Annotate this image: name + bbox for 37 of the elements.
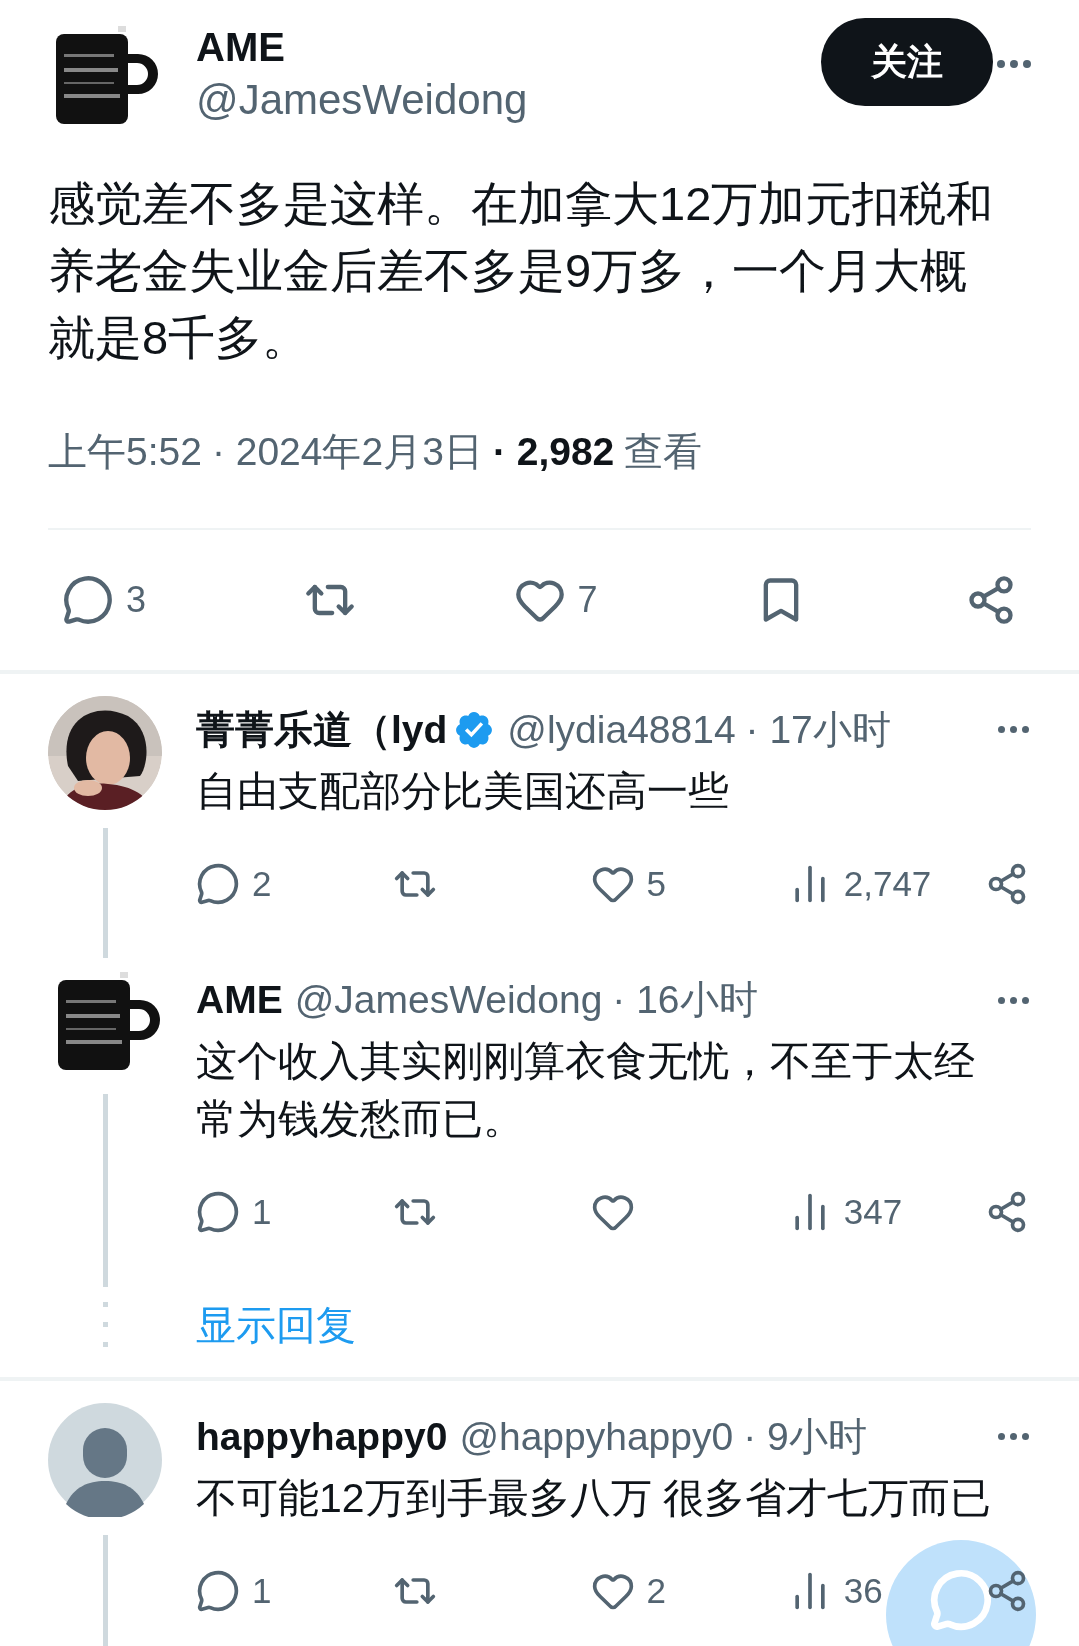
author-name: happyhappy0: [196, 1413, 448, 1460]
views-button[interactable]: 36: [787, 1564, 883, 1617]
like-button[interactable]: 2: [590, 1564, 666, 1617]
post-time: · 16小时: [612, 977, 758, 1023]
dotted-thread-line: [102, 1302, 108, 1347]
author-name: AME: [196, 24, 286, 71]
author-name: AME: [196, 977, 283, 1023]
author-name: 菁菁乐道（lyd: [196, 706, 448, 753]
post-time: 上午5:52: [48, 429, 202, 475]
reply-button[interactable]: 3: [62, 572, 147, 627]
view-count: · 2,982: [492, 429, 615, 475]
chat-bubble-icon: [929, 1568, 993, 1632]
post-text: 感觉差不多是这样。在加拿大12万加元扣税和养老金失业金后差不多是9万多，一个月大概就是8千多。: [48, 176, 995, 366]
reply-button[interactable]: 1: [196, 1186, 272, 1239]
views-label: 查看: [624, 429, 703, 475]
comment-icon: [196, 1568, 240, 1613]
like-button[interactable]: 7: [513, 572, 598, 627]
post-date: · 2024年2月3日: [211, 429, 483, 475]
views-button[interactable]: 2,747: [787, 857, 932, 910]
user-handle: @JamesWeidong: [196, 75, 528, 125]
user-handle: @lydia48814: [507, 706, 736, 753]
views-button[interactable]: 347: [787, 1186, 903, 1239]
comment-icon: [196, 1190, 240, 1235]
reply-button[interactable]: 2: [196, 857, 272, 910]
default-avatar-icon: [48, 1402, 162, 1517]
reply-text: 这个收入其实刚刚算衣食无忧，不至于太经常为钱发愁而已。: [196, 1037, 976, 1144]
like-button[interactable]: 5: [590, 857, 666, 910]
user-handle: @JamesWeidong: [294, 977, 603, 1023]
user-handle: @happyhappy0: [459, 1413, 734, 1460]
comment-icon: [62, 573, 114, 626]
reply-text: 不可能12万到手最多八万 很多省才七万而已: [196, 1473, 992, 1523]
follow-button[interactable]: 关注: [821, 18, 993, 106]
post-time: · 17小时: [745, 706, 891, 753]
comment-icon: [196, 861, 240, 906]
reply-button[interactable]: 1: [196, 1564, 272, 1617]
reply-text: 自由支配部分比美国还高一些: [196, 766, 730, 816]
post-time: · 9小时: [743, 1413, 867, 1460]
